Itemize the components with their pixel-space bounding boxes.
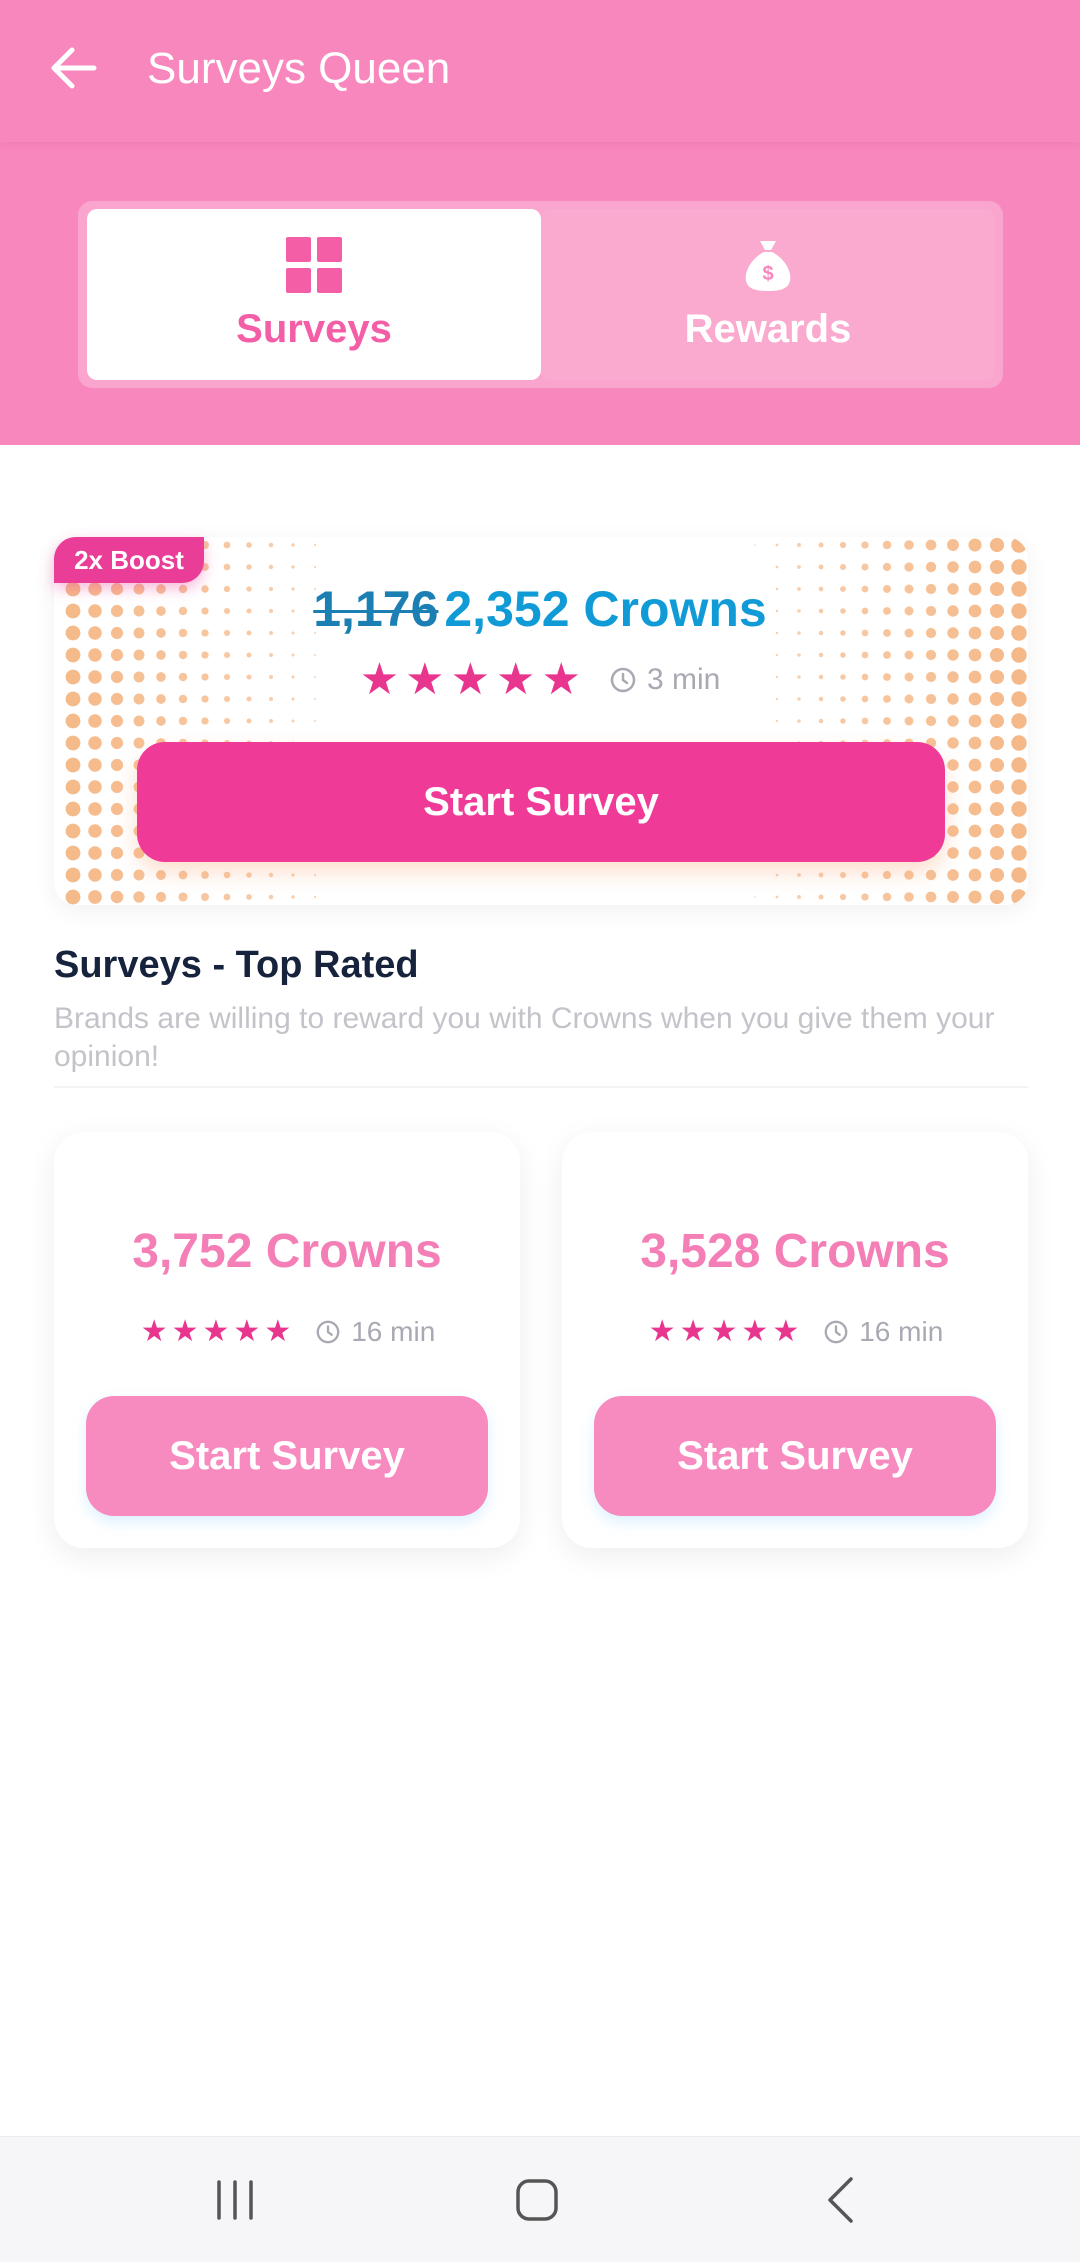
star-icon: ★	[202, 1315, 230, 1348]
back-button[interactable]	[800, 2165, 880, 2235]
featured-crowns: 1,176 2,352 Crowns	[0, 580, 1080, 638]
star-icon: ★	[140, 1315, 168, 1348]
star-icon: ★	[405, 655, 445, 704]
duration-text: 16 min	[351, 1316, 436, 1347]
boost-badge: 2x Boost	[54, 537, 204, 583]
survey-meta: ★ ★ ★ ★ ★ 16 min	[54, 1316, 520, 1348]
arrow-left-icon	[51, 47, 97, 89]
survey-card[interactable]: 3,528 Crowns ★ ★ ★ ★ ★ 16 min Start Surv…	[562, 1132, 1028, 1548]
start-survey-button[interactable]: Start Survey	[86, 1396, 488, 1516]
featured-meta: ★ ★ ★ ★ ★ 3 min	[0, 658, 1080, 702]
tab-label: Surveys	[236, 307, 392, 351]
star-icon: ★	[541, 655, 581, 704]
star-icon: ★	[496, 655, 536, 704]
duration-text: 3 min	[646, 663, 721, 696]
clock-icon	[316, 1320, 340, 1344]
section-title: Surveys - Top Rated	[54, 944, 419, 986]
duration: 16 min	[315, 1316, 435, 1348]
tab-surveys[interactable]: Surveys	[87, 209, 541, 380]
crowns-value: 3,752 Crowns	[132, 1225, 442, 1278]
survey-meta: ★ ★ ★ ★ ★ 16 min	[562, 1316, 1028, 1348]
star-icon: ★	[772, 1315, 800, 1348]
new-crowns-value: 2,352 Crowns	[444, 581, 767, 637]
recents-icon	[217, 2180, 253, 2220]
tab-label: Rewards	[684, 307, 852, 351]
home-button[interactable]	[497, 2165, 577, 2235]
star-icon: ★	[710, 1315, 738, 1348]
system-nav-bar	[0, 2136, 1080, 2262]
star-icon: ★	[679, 1315, 707, 1348]
start-survey-button[interactable]: Start Survey	[594, 1396, 996, 1516]
duration: 3 min	[609, 663, 720, 697]
home-icon	[516, 2179, 558, 2221]
section-subtitle: Brands are willing to reward you with Cr…	[54, 1002, 995, 1073]
money-bag-icon: $	[745, 241, 791, 291]
star-rating: ★ ★ ★ ★ ★	[360, 658, 581, 702]
crowns-value: 3,528 Crowns	[640, 1225, 950, 1278]
clock-icon	[610, 667, 636, 693]
start-survey-button[interactable]: Start Survey	[137, 742, 945, 862]
star-icon: ★	[233, 1315, 261, 1348]
grid-icon	[286, 237, 342, 293]
clock-icon	[824, 1320, 848, 1344]
star-icon: ★	[264, 1315, 292, 1348]
old-crowns-value: 1,176	[313, 581, 439, 637]
star-icon: ★	[648, 1315, 676, 1348]
star-icon: ★	[741, 1315, 769, 1348]
star-icon: ★	[450, 655, 491, 704]
star-icon: ★	[171, 1315, 199, 1348]
recents-button[interactable]	[195, 2165, 275, 2235]
app-bar: Surveys Queen	[0, 0, 1080, 142]
back-arrow-button[interactable]	[44, 38, 104, 98]
back-icon	[828, 2177, 853, 2223]
tab-bar: Surveys $ Rewards	[78, 201, 1003, 388]
app-title: Surveys Queen	[147, 44, 451, 93]
duration: 16 min	[823, 1316, 943, 1348]
divider	[54, 1086, 1028, 1088]
svg-text:$: $	[762, 263, 773, 285]
tab-rewards[interactable]: $ Rewards	[541, 209, 995, 380]
survey-card[interactable]: 3,752 Crowns ★ ★ ★ ★ ★ 16 min Start Surv…	[54, 1132, 520, 1548]
duration-text: 16 min	[859, 1316, 944, 1347]
star-icon: ★	[359, 655, 400, 704]
